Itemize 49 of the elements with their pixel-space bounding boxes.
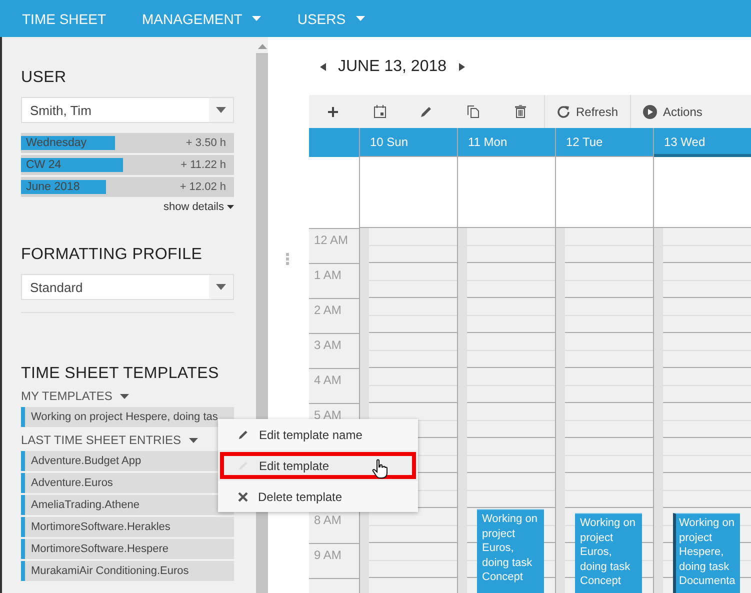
user-select[interactable]: Smith, Tim (21, 97, 234, 123)
trash-icon (515, 105, 526, 118)
hour-label: 9 AM (309, 543, 359, 578)
caret-icon (216, 284, 226, 290)
all-day-cell (309, 157, 359, 228)
hour-label: 4 AM (309, 368, 359, 403)
template-list-item[interactable]: Working on project Hespere, doing tas (21, 407, 234, 427)
refresh-icon (557, 105, 570, 118)
hour-label: 3 AM (309, 333, 359, 368)
template-list-item[interactable]: AmeliaTrading.Athene (21, 495, 234, 515)
template-list-item[interactable]: MurakamiAir Conditioning.Euros (21, 561, 234, 581)
caret-icon (227, 205, 234, 209)
pencil-icon (420, 105, 433, 118)
plus-icon (328, 106, 338, 116)
list-group-toggle[interactable]: MY TEMPLATES (21, 389, 130, 403)
scroll-up-arrow-icon[interactable] (258, 44, 266, 49)
close-icon (238, 492, 248, 502)
pencil-icon (238, 429, 249, 440)
hours-value: + 12.02 h (180, 181, 227, 193)
header-cell (309, 128, 359, 157)
hours-value: + 3.50 h (186, 137, 227, 149)
refresh-button[interactable]: Refresh (545, 95, 630, 128)
template-list-item[interactable]: MortimoreSoftware.Herakles (21, 517, 234, 537)
caret-icon (216, 107, 226, 113)
hour-label: 2 AM (309, 298, 359, 333)
actions-button[interactable]: Actions (631, 95, 714, 128)
template-list-item[interactable]: MortimoreSoftware.Hespere (21, 539, 234, 559)
hour-label: 12 AM (309, 228, 359, 263)
hours-value: + 11.22 h (180, 159, 227, 171)
period-label: Wednesday (25, 137, 87, 149)
next-arrow-icon[interactable] (458, 63, 465, 71)
splitter-handle-icon[interactable] (286, 253, 289, 265)
caret-icon (120, 394, 130, 398)
hand-cursor-icon (372, 459, 388, 479)
section-title: FORMATTING PROFILE (21, 246, 204, 264)
period-label: June 2018 (25, 181, 80, 193)
caret-icon (189, 438, 198, 442)
section-title: USER (21, 69, 68, 87)
current-date: JUNE 13, 2018 (338, 58, 447, 76)
play-icon (643, 104, 658, 118)
profile-select[interactable]: Standard (21, 274, 234, 300)
previous-arrow-icon[interactable] (320, 63, 326, 71)
show-details-link[interactable]: show details (163, 201, 234, 213)
list-group-toggle[interactable]: LAST TIME SHEET ENTRIES (21, 433, 198, 447)
section-title: TIME SHEET TEMPLATES (21, 365, 220, 383)
calendar-icon (374, 105, 386, 118)
period-label: CW 24 (25, 159, 62, 171)
copy-icon (467, 105, 480, 118)
hour-label: 1 AM (309, 263, 359, 298)
